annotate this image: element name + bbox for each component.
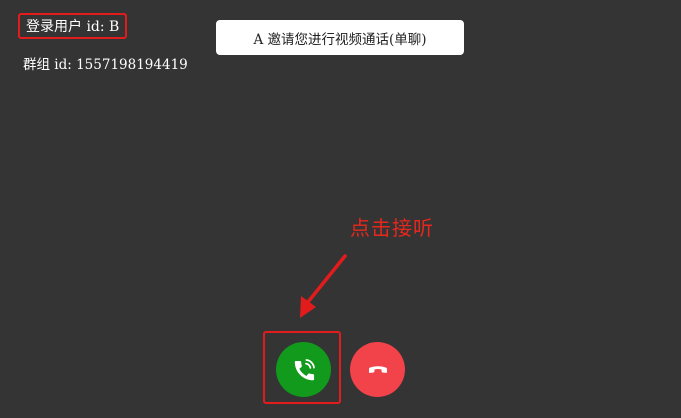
- phone-ringing-icon: [294, 358, 315, 380]
- reject-call-button[interactable]: [350, 342, 405, 397]
- call-invite-toast: A 邀请您进行视频通话(单聊): [216, 20, 464, 55]
- group-id-label: 群组 id: 1557198194419: [23, 57, 188, 73]
- call-invite-text: A 邀请您进行视频通话(单聊): [253, 31, 427, 48]
- login-user-label: 登录用户 id: B: [18, 13, 128, 39]
- login-user-text: 登录用户 id: B: [26, 19, 120, 35]
- accept-call-button[interactable]: [276, 342, 331, 397]
- annotation-label: 点击接听: [350, 216, 434, 240]
- hang-up-icon: [368, 365, 387, 373]
